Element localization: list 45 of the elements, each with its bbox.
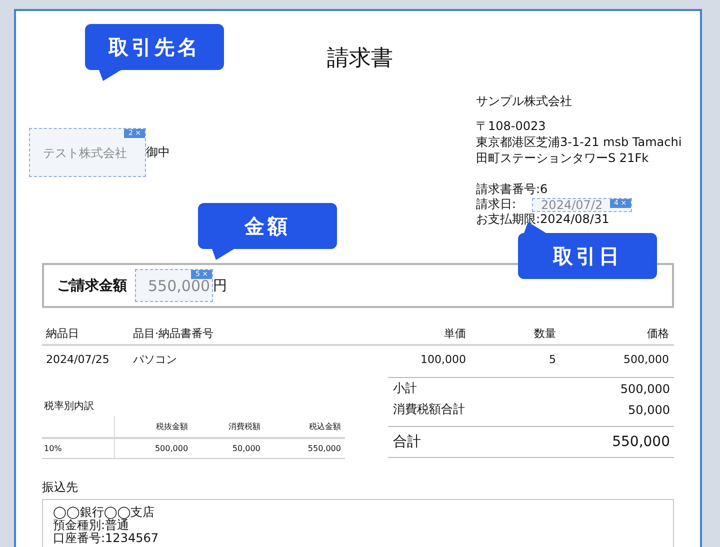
total-label: 消費税額合計: [393, 401, 465, 418]
total-value: 550,000: [612, 434, 670, 450]
address-line: 〒108-0023: [476, 118, 547, 134]
callout: 取引先名: [85, 24, 224, 70]
column-header: 納品日: [42, 326, 133, 345]
table-cell: 10%: [44, 444, 62, 453]
currency-unit: 円: [213, 276, 228, 294]
column-header: 数量: [466, 326, 556, 345]
meta-value: 2024/08/31: [540, 212, 610, 227]
table-cell: 5: [466, 345, 556, 373]
column-header: 価格: [556, 326, 674, 345]
callout-tail: [99, 70, 121, 81]
section-title: 振込先: [42, 479, 79, 496]
document-title: 請求書: [327, 45, 393, 73]
table-cell: 550,000: [308, 444, 341, 453]
total-label: 合計: [393, 433, 421, 451]
table-cell: パソコン: [133, 345, 376, 373]
meta-label: 請求書番号:: [476, 182, 540, 197]
table-cell: 2024/07/25: [42, 345, 133, 373]
table-cell: 500,000: [154, 444, 188, 453]
column-header: 税込金額: [309, 422, 341, 431]
table-cell: 500,000: [556, 345, 674, 373]
callout: 金額: [198, 203, 337, 249]
total-label: 小計: [393, 380, 417, 397]
callout: 取引日: [518, 233, 657, 279]
meta-value: 6: [540, 182, 548, 197]
table-cell: 50,000: [232, 444, 260, 453]
amount-label: ご請求金額: [57, 276, 127, 294]
total-value: 500,000: [620, 382, 670, 396]
meta-label: お支払期限:: [476, 212, 540, 227]
total-value: 50,000: [628, 402, 670, 416]
bank-line: 預金種別:普通: [53, 519, 130, 532]
bank-line: 口座番号:1234567: [53, 532, 160, 545]
callout-tail: [212, 249, 234, 260]
address-line: 田町ステーションタワーS 21Fk: [476, 150, 650, 166]
meta-label: 請求日:: [476, 197, 516, 212]
honorific: 御中: [146, 144, 170, 160]
company-name: サンプル株式会社: [476, 93, 573, 109]
column-header: 税抜金額: [156, 422, 188, 431]
column-header: 品目·納品書番号: [133, 326, 376, 345]
column-header: 単価: [376, 326, 466, 345]
bank-line: ◯◯銀行◯◯支店: [53, 506, 156, 519]
section-caption: 税率別内訳: [43, 400, 95, 413]
table-cell: 100,000: [376, 345, 466, 373]
column-header: 消費税額: [228, 422, 260, 431]
